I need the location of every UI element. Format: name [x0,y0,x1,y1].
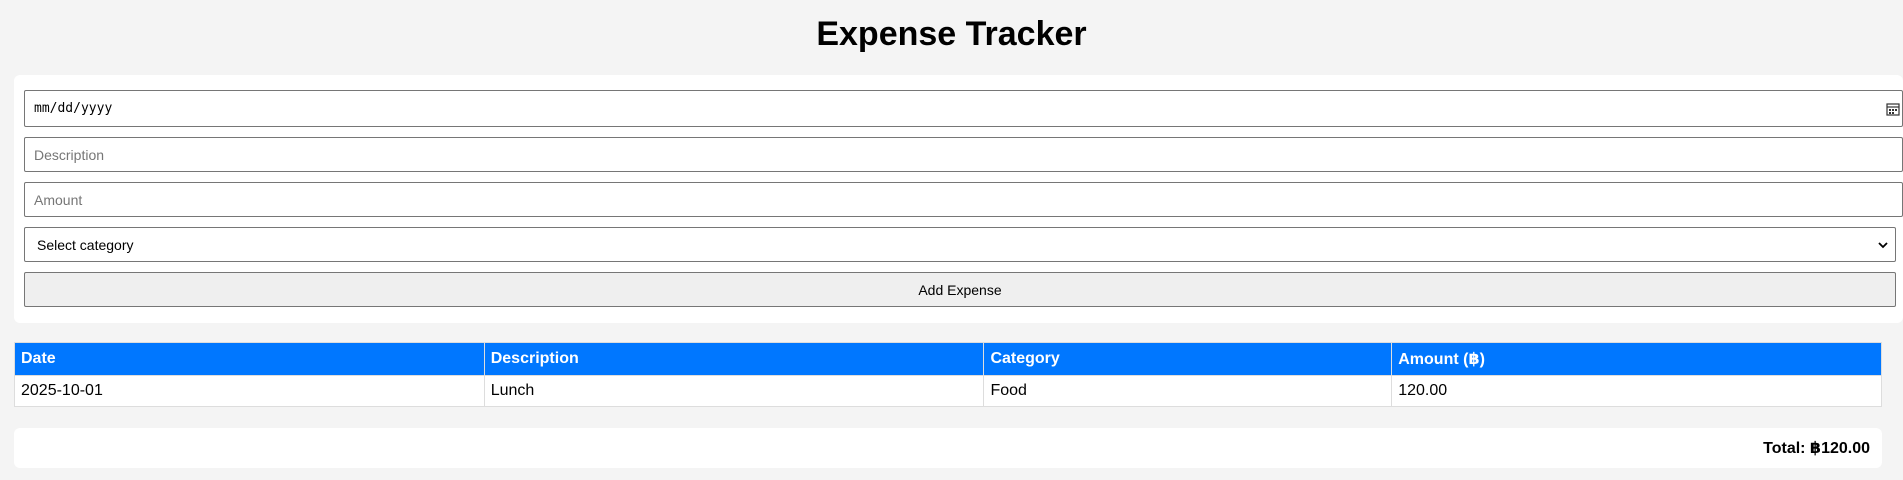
table-header-row: Date Description Category Amount (฿) [14,342,1882,376]
column-header-category: Category [983,342,1393,376]
date-input[interactable]: mm/dd/yyyy [24,90,1903,127]
category-select-value: Select category [37,236,134,253]
total-summary: Total: ฿120.00 [14,428,1882,468]
cell-category: Food [983,375,1393,407]
cell-description: Lunch [483,375,985,407]
chevron-down-icon [1878,242,1888,249]
date-input-placeholder: mm/dd/yyyy [34,101,113,116]
expense-table: Date Description Category Amount (฿) 202… [14,342,1882,407]
table-row: 2025-10-01 Lunch Food 120.00 [14,375,1882,407]
page-title: Expense Tracker [816,15,1087,53]
cell-date: 2025-10-01 [14,375,485,407]
total-amount: Total: ฿120.00 [1763,440,1870,457]
calendar-icon[interactable] [1886,102,1900,116]
column-header-date: Date [14,342,485,376]
cell-amount: 120.00 [1391,375,1882,407]
expense-tracker-page: Expense Tracker mm/dd/yyyy Select catego… [0,0,1903,480]
column-header-amount: Amount (฿) [1391,342,1882,376]
category-select[interactable]: Select category [24,227,1896,262]
column-header-description: Description [483,342,985,376]
amount-input[interactable] [24,182,1903,217]
description-input[interactable] [24,137,1903,172]
add-expense-button[interactable]: Add Expense [24,272,1896,307]
